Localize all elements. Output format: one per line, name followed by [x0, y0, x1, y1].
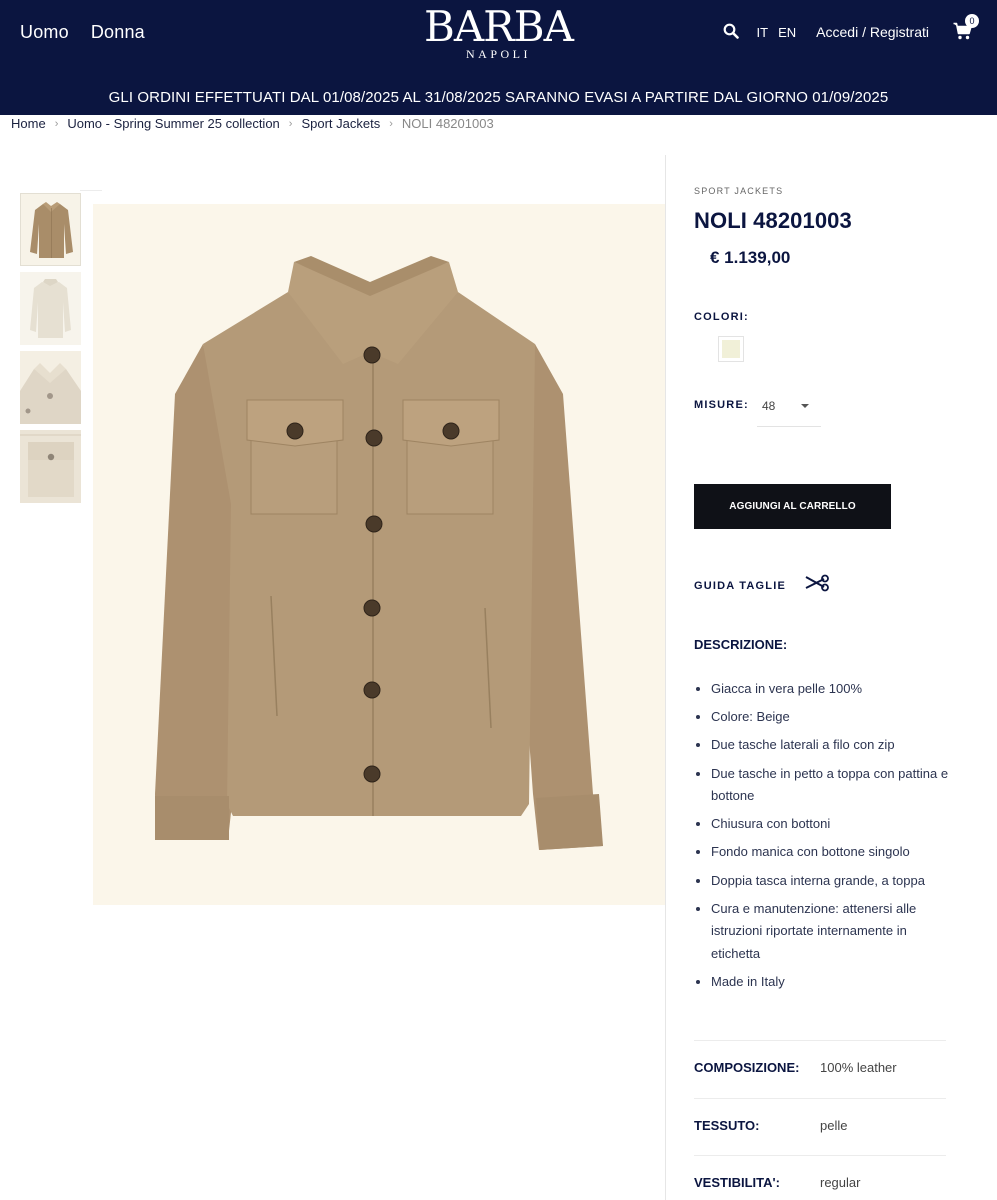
- list-item: Fondo manica con bottone singolo: [694, 841, 952, 864]
- spec-key: COMPOSIZIONE:: [694, 1060, 800, 1075]
- product-category[interactable]: SPORT JACKETS: [694, 186, 783, 196]
- cart-count-badge: 0: [965, 14, 979, 28]
- lang-it[interactable]: IT: [757, 25, 769, 40]
- jacket-illustration: [93, 204, 665, 905]
- spec-row: COMPOSIZIONE: 100% leather: [694, 1060, 954, 1075]
- spec-key: TESSUTO:: [694, 1118, 760, 1133]
- divider: [694, 1155, 946, 1156]
- header-actions: IT EN Accedi / Registrati 0: [723, 14, 979, 42]
- spec-row: TESSUTO: pelle: [694, 1118, 954, 1133]
- list-item: Colore: Beige: [694, 706, 952, 729]
- site-header: Uomo Donna BARBA NAPOLI IT EN Accedi / R…: [0, 0, 997, 115]
- login-link[interactable]: Accedi / Registrati: [816, 24, 929, 40]
- search-icon[interactable]: [723, 23, 741, 41]
- color-swatch-fill: [722, 340, 740, 358]
- size-select[interactable]: 48: [757, 390, 821, 427]
- chevron-right-icon: ›: [54, 117, 59, 130]
- divider: [694, 1040, 946, 1041]
- thumbnail-back[interactable]: [20, 272, 81, 345]
- product-title: NOLI 48201003: [694, 208, 852, 233]
- list-item: Doppia tasca interna grande, a toppa: [694, 870, 952, 893]
- breadcrumb-home[interactable]: Home: [11, 116, 46, 131]
- divider: [80, 190, 102, 191]
- product-price: € 1.139,00: [710, 248, 791, 267]
- product-image[interactable]: [93, 204, 665, 905]
- size-selected-value: 48: [762, 399, 776, 413]
- sizes-label: MISURE:: [694, 399, 749, 411]
- add-to-cart-button[interactable]: AGGIUNGI AL CARRELLO: [694, 484, 891, 529]
- list-item: Giacca in vera pelle 100%: [694, 678, 952, 701]
- column-divider: [665, 155, 666, 1200]
- description-list: Giacca in vera pelle 100% Colore: Beige …: [694, 678, 952, 999]
- logo-subtitle: NAPOLI: [466, 47, 531, 61]
- breadcrumb-category[interactable]: Sport Jackets: [301, 116, 380, 131]
- breadcrumb-collection[interactable]: Uomo - Spring Summer 25 collection: [67, 116, 279, 131]
- spec-key: VESTIBILITA':: [694, 1175, 780, 1190]
- size-guide-label: GUIDA TAGLIE: [694, 579, 787, 592]
- size-guide-link[interactable]: GUIDA TAGLIE: [694, 574, 830, 597]
- list-item: Chiusura con bottoni: [694, 813, 952, 836]
- spec-value: regular: [820, 1175, 861, 1190]
- chevron-right-icon: ›: [288, 117, 293, 130]
- spec-row: VESTIBILITA': regular: [694, 1175, 954, 1190]
- thumbnail-front[interactable]: [20, 193, 81, 266]
- spec-value: pelle: [820, 1118, 848, 1133]
- thumbnail-gallery: [20, 193, 82, 509]
- chevron-right-icon: ›: [389, 117, 393, 130]
- colors-label: COLORI:: [694, 311, 749, 323]
- description-label: DESCRIZIONE:: [694, 637, 788, 652]
- scissors-icon: [804, 574, 830, 597]
- breadcrumb: Home › Uomo - Spring Summer 25 collectio…: [11, 116, 494, 131]
- breadcrumb-current: NOLI 48201003: [401, 116, 494, 131]
- divider: [694, 1098, 946, 1099]
- thumbnail-detail-collar[interactable]: [20, 351, 81, 424]
- cart-icon[interactable]: 0: [953, 14, 979, 42]
- color-swatch[interactable]: [718, 336, 744, 362]
- list-item: Made in Italy: [694, 971, 952, 994]
- announcement-bar: GLI ORDINI EFFETTUATI DAL 01/08/2025 AL …: [108, 89, 889, 106]
- list-item: Due tasche laterali a filo con zip: [694, 734, 952, 757]
- list-item: Cura e manutenzione: attenersi alle istr…: [694, 898, 952, 966]
- spec-value: 100% leather: [820, 1060, 897, 1075]
- caret-down-icon: [801, 404, 809, 408]
- lang-en[interactable]: EN: [778, 25, 796, 40]
- list-item: Due tasche in petto a toppa con pattina …: [694, 763, 952, 808]
- thumbnail-detail-pocket[interactable]: [20, 430, 81, 503]
